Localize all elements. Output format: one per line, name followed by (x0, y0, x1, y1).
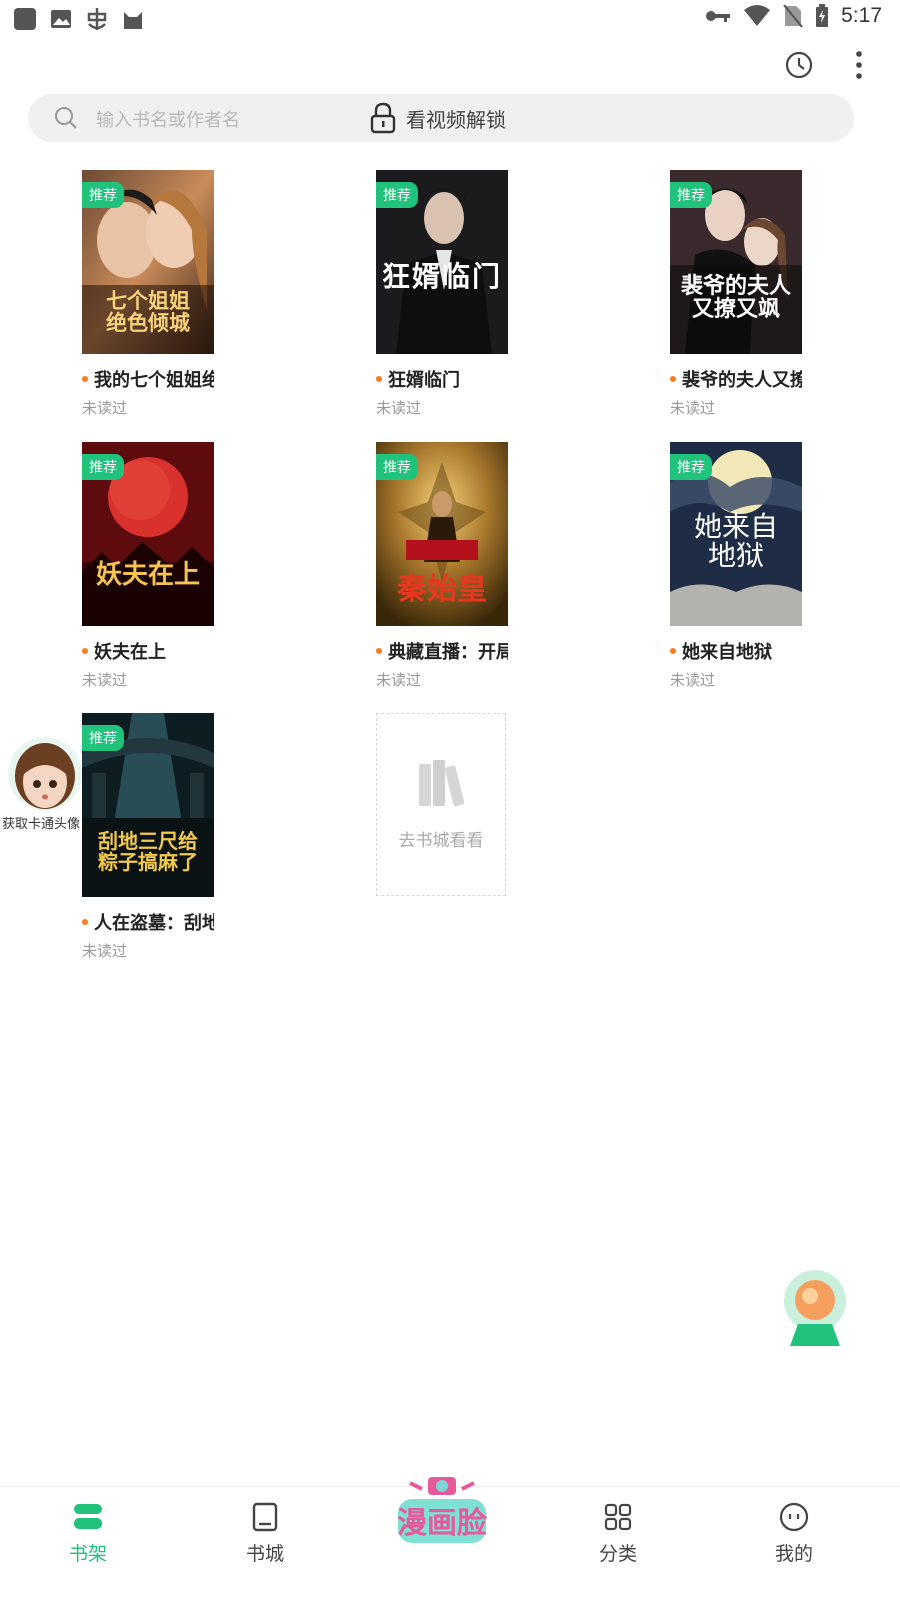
no-sim-icon (783, 4, 803, 28)
search-bar[interactable]: 输入书名或作者名 看视频解锁 (28, 94, 854, 142)
unread-dot (376, 648, 382, 654)
book-cover-title: 她来自 地狱 (693, 510, 778, 573)
book-title[interactable]: 裴爷的夫人又撩又飒 (682, 366, 802, 392)
cartoon-avatar-float-button[interactable]: 获取卡通头像 (2, 734, 86, 834)
bookshelf-icon (74, 1504, 102, 1529)
unread-dot (82, 919, 88, 925)
lock-icon (370, 102, 396, 134)
book-cover-title: 七个姐姐 绝色倾城 (106, 289, 190, 336)
history-clock-icon (785, 51, 813, 79)
crystal-ball-icon (784, 1270, 846, 1346)
book-title[interactable]: 典藏直播：开局 (388, 638, 508, 664)
book-item[interactable]: 刮地三尺给 粽子搞麻了 推荐 人在盗墓：刮地 未读过 (82, 713, 214, 961)
battery-icon (816, 4, 829, 27)
top-actions (782, 48, 876, 82)
recommend-badge: 推荐 (376, 454, 418, 480)
book-read-status: 未读过 (376, 671, 422, 689)
book-item[interactable]: 狂婿临门 推荐 狂婿临门 未读过 (376, 170, 508, 418)
horoscope-float-button[interactable] (780, 1268, 850, 1348)
book-item[interactable]: 七个姐姐绝色倾城 推荐 我的七个姐姐绝色倾城 未读过 (82, 170, 214, 418)
nav-profile[interactable]: 我的 (754, 1501, 834, 1566)
book-item[interactable]: 秦始皇 推荐 典藏直播：开局 未读过 (376, 442, 508, 690)
book-cover-title: 刮地三尺给 粽子搞麻了 (98, 829, 198, 874)
book-read-status: 未读过 (670, 671, 716, 689)
book-read-status: 未读过 (670, 399, 716, 417)
cartoon-face-logo-icon: 漫画脸 (397, 1477, 488, 1543)
book-title[interactable]: 我的七个姐姐绝色倾城 (94, 366, 214, 392)
unread-dot (82, 376, 88, 382)
books-icon (419, 760, 465, 807)
grid-icon (604, 1503, 632, 1531)
nav-cartoon-face[interactable]: 漫画脸 (392, 1473, 492, 1549)
nav-category-label: 分类 (598, 1543, 637, 1565)
book-title[interactable]: 狂婿临门 (388, 366, 460, 392)
book-title[interactable]: 人在盗墓：刮地 (94, 909, 214, 935)
book-cover-title: 狂婿临门 (381, 260, 502, 293)
nav-profile-label: 我的 (774, 1543, 813, 1565)
nav-category[interactable]: 分类 (578, 1501, 658, 1566)
unread-dot (82, 648, 88, 654)
book-cover[interactable]: 刮地三尺给 粽子搞麻了 推荐 (82, 713, 214, 897)
book-cover[interactable]: 七个姐姐 绝色倾城 推荐 (82, 170, 214, 354)
cartoon-face-logo-text: 漫画脸 (397, 1506, 488, 1541)
search-input-placeholder[interactable]: 输入书名或作者名 (96, 106, 240, 132)
book-cover-title: 秦始皇 (397, 572, 487, 607)
book-cover-title: 裴爷的夫人 又撩又飒 (680, 274, 791, 323)
history-button[interactable] (782, 48, 816, 82)
book-read-status: 未读过 (82, 399, 128, 417)
recommend-badge: 推荐 (670, 454, 712, 480)
video-unlock-label: 看视频解锁 (406, 107, 506, 132)
book-title[interactable]: 妖夫在上 (94, 638, 166, 664)
bug-notification-icon (84, 6, 110, 32)
recommend-badge: 推荐 (82, 182, 124, 208)
cat-notification-icon (120, 6, 146, 32)
goto-bookstore-label: 去书城看看 (398, 831, 484, 851)
cartoon-avatar-label: 获取卡通头像 (2, 817, 81, 832)
book-read-status: 未读过 (82, 942, 128, 960)
book-read-status: 未读过 (82, 671, 128, 689)
book-cover[interactable]: 裴爷的夫人 又撩又飒 推荐 (670, 170, 802, 354)
goto-bookstore-card[interactable]: 去书城看看 (376, 713, 506, 896)
book-cover[interactable]: 秦始皇 推荐 (376, 442, 508, 626)
wifi-icon (744, 5, 771, 26)
bottom-navigation: 书架 书城 漫画脸 分类 我的 (0, 1477, 900, 1600)
video-unlock-button[interactable]: 看视频解锁 (370, 102, 506, 134)
book-cover[interactable]: 她来自 地狱 推荐 (670, 442, 802, 626)
book-cover-title: 妖夫在上 (95, 560, 200, 590)
nav-bookstore-label: 书城 (245, 1543, 284, 1565)
unread-dot (376, 376, 382, 382)
book-item[interactable]: 裴爷的夫人又撩又飒 推荐 裴爷的夫人又撩又飒 未读过 (670, 170, 802, 418)
status-bar: 5:17 (0, 0, 900, 38)
profile-face-icon (779, 1502, 809, 1532)
recommend-badge: 推荐 (376, 182, 418, 208)
unread-dot (670, 376, 676, 382)
recommend-badge: 推荐 (82, 454, 124, 480)
recommend-badge: 推荐 (82, 725, 124, 751)
app-notification-icon (12, 6, 38, 32)
book-title[interactable]: 她来自地狱 (682, 638, 772, 664)
book-cover[interactable]: 妖夫在上 推荐 (82, 442, 214, 626)
unread-dot (670, 648, 676, 654)
clock-time: 5:17 (841, 4, 882, 27)
book-cover[interactable]: 狂婿临门 推荐 (376, 170, 508, 354)
nav-bookshelf-label: 书架 (68, 1543, 107, 1565)
book-read-status: 未读过 (376, 399, 422, 417)
key-icon (706, 11, 731, 22)
more-menu-button[interactable] (842, 48, 876, 82)
nav-bookshelf[interactable]: 书架 (48, 1501, 128, 1566)
book-icon (252, 1502, 278, 1532)
search-icon (55, 107, 77, 129)
image-notification-icon (48, 6, 74, 32)
recommend-badge: 推荐 (670, 182, 712, 208)
more-vertical-icon (856, 51, 862, 79)
book-item[interactable]: 妖夫在上 推荐 妖夫在上 未读过 (82, 442, 214, 690)
nav-bookstore[interactable]: 书城 (225, 1501, 305, 1566)
cartoon-girl-icon (8, 737, 82, 811)
book-item[interactable]: 她来自 地狱 推荐 她来自地狱 未读过 (670, 442, 802, 690)
